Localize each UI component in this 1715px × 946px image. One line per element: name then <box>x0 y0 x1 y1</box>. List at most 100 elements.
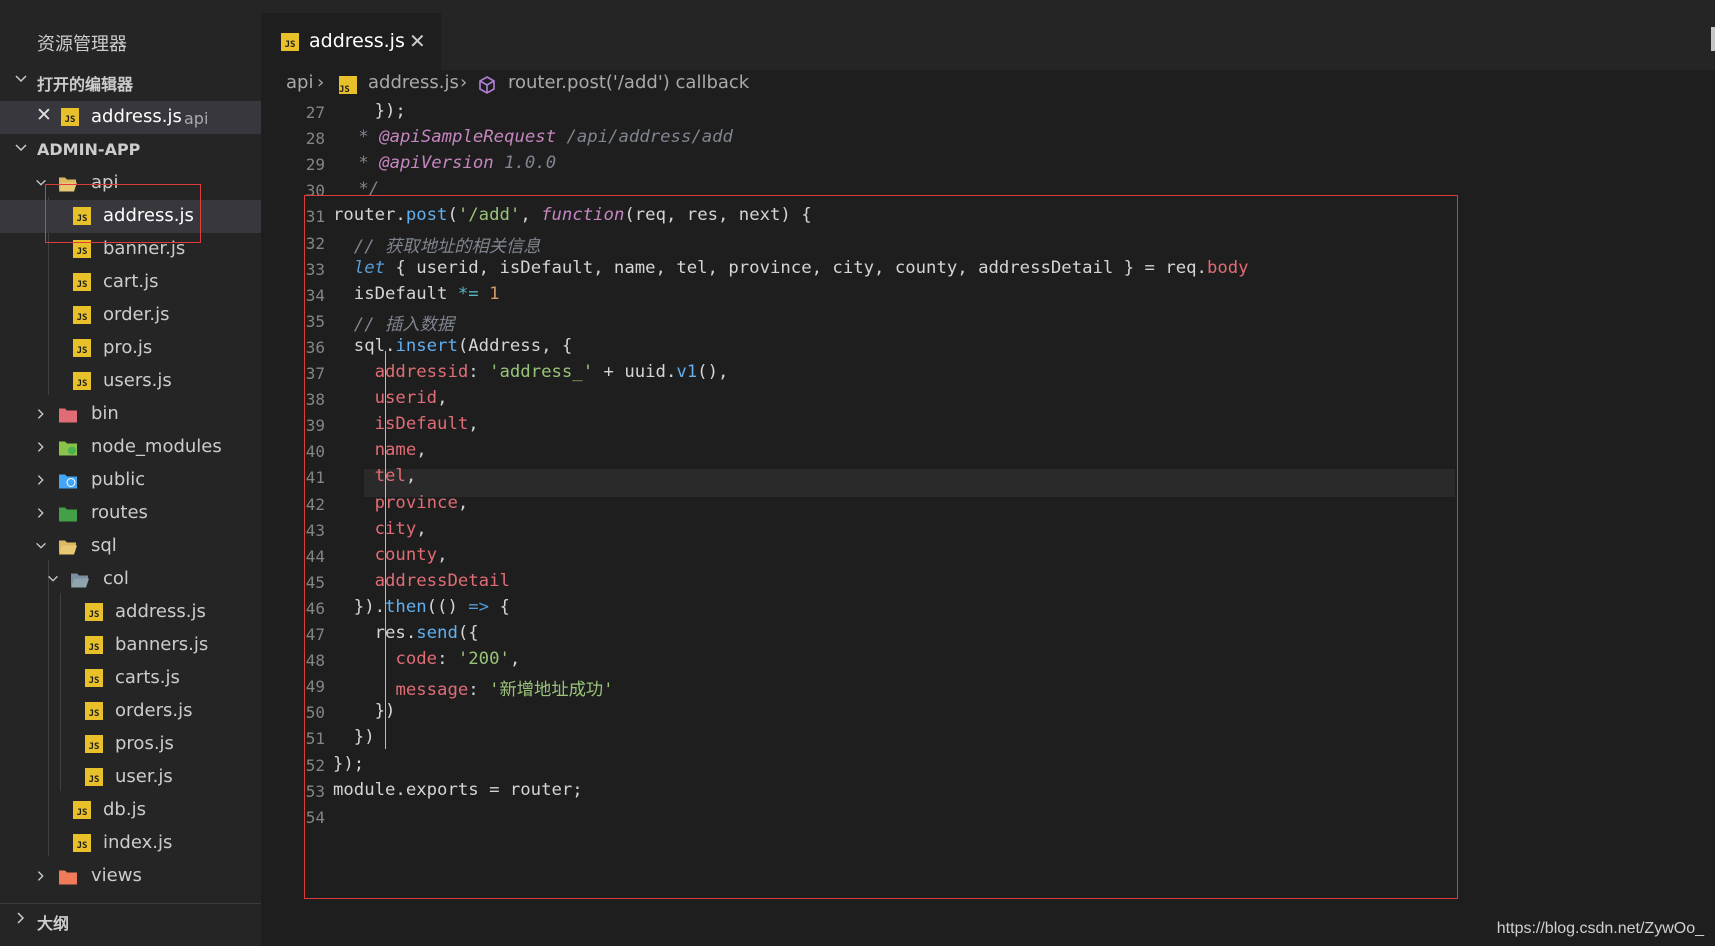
folder-open-icon <box>59 540 77 555</box>
js-file-icon: JS <box>73 834 91 852</box>
js-file-icon: JS <box>85 603 103 621</box>
tree-label: banners.js <box>115 634 209 655</box>
code-editor[interactable]: 27 28 29 30 31 32 33 34 35 36 37 38 39 40 41 42 43 44 45 46… <box>261 100 1715 946</box>
tree-label: address.js <box>115 601 206 622</box>
breadcrumb: api › JS address.js › router.post('/add'… <box>261 70 1715 100</box>
tree-label: orders.js <box>115 700 193 721</box>
file-db-js[interactable]: JS db.js <box>0 794 261 827</box>
code-line[interactable]: * @apiVersion 1.0.0 <box>348 153 556 173</box>
symbol-method-icon <box>479 76 495 94</box>
open-editor-item[interactable]: ✕ JS address.js api <box>0 101 261 134</box>
folder-sql[interactable]: sql <box>0 530 261 563</box>
open-editors-label: 打开的编辑器 <box>37 75 134 94</box>
watermark: https://blog.csdn.net/ZywOo_ <box>1496 920 1704 937</box>
scroll-indicator <box>1711 27 1715 51</box>
tree-label: db.js <box>103 799 146 820</box>
file-users-js[interactable]: JS users.js <box>0 365 261 398</box>
line-number: 27 <box>305 103 325 122</box>
outline-label: 大纲 <box>37 914 70 933</box>
js-file-icon: JS <box>73 372 91 390</box>
folder-col[interactable]: col <box>0 563 261 596</box>
chevron-down-icon <box>48 575 58 582</box>
breadcrumb-folder[interactable]: api <box>286 72 313 93</box>
js-file-icon: JS <box>73 339 91 357</box>
js-file-icon: JS <box>85 669 103 687</box>
file-banners-js[interactable]: JS banners.js <box>0 629 261 662</box>
file-user-js[interactable]: JS user.js <box>0 761 261 794</box>
tab-bar: JS address.js ✕ <box>261 0 1715 70</box>
folder-bin[interactable]: bin <box>0 398 261 431</box>
file-order-js[interactable]: JS order.js <box>0 299 261 332</box>
tree-label: bin <box>91 403 119 424</box>
explorer-sidebar: 资源管理器 打开的编辑器 ✕ JS address.js api ADMIN-A… <box>0 0 261 946</box>
chevron-right-icon: › <box>460 72 468 93</box>
js-file-icon: JS <box>73 306 91 324</box>
tree-label: cart.js <box>103 271 159 292</box>
tree-label: pros.js <box>115 733 174 754</box>
chevron-right-icon <box>37 442 44 452</box>
folder-views-icon <box>59 870 77 885</box>
folder-routes[interactable]: routes <box>0 497 261 530</box>
tree-label: users.js <box>103 370 172 391</box>
chevron-right-icon: › <box>317 72 325 93</box>
folder-public[interactable]: public <box>0 464 261 497</box>
js-file-icon: JS <box>281 33 299 51</box>
sidebar-highlight-box <box>45 184 201 243</box>
js-file-icon: JS <box>73 801 91 819</box>
file-pro-js[interactable]: JS pro.js <box>0 332 261 365</box>
project-header[interactable]: ADMIN-APP <box>0 134 261 164</box>
tree-label: sql <box>91 535 117 556</box>
close-icon[interactable]: ✕ <box>409 29 426 53</box>
folder-node-modules[interactable]: node_modules <box>0 431 261 464</box>
js-file-icon: JS <box>339 76 357 95</box>
tree-label: pro.js <box>103 337 153 358</box>
chevron-right-icon <box>37 508 44 518</box>
code-highlight-box <box>304 195 1458 899</box>
file-orders-js[interactable]: JS orders.js <box>0 695 261 728</box>
bracket-guide <box>385 351 386 749</box>
breadcrumb-file[interactable]: address.js <box>368 72 459 93</box>
close-icon[interactable]: ✕ <box>36 104 52 126</box>
file-sql-address-js[interactable]: JS address.js <box>0 596 261 629</box>
project-label: ADMIN-APP <box>37 140 141 159</box>
chevron-right-icon <box>37 409 44 419</box>
chevron-down-icon <box>15 75 27 83</box>
explorer-title: 资源管理器 <box>37 34 127 55</box>
folder-routes-icon <box>59 507 77 522</box>
tree-label: user.js <box>115 766 173 787</box>
open-editor-folder: api <box>184 109 209 128</box>
js-file-icon: JS <box>85 735 103 753</box>
folder-views[interactable]: views <box>0 860 261 893</box>
folder-node-icon <box>59 441 77 456</box>
js-file-icon: JS <box>61 108 79 126</box>
tree-label: views <box>91 865 142 886</box>
tree-label: order.js <box>103 304 170 325</box>
vscode-window: 资源管理器 打开的编辑器 ✕ JS address.js api ADMIN-A… <box>0 0 1715 946</box>
tab-address-js[interactable]: JS address.js ✕ <box>261 13 441 70</box>
file-index-js[interactable]: JS index.js <box>0 827 261 860</box>
tree-label: routes <box>91 502 148 523</box>
code-line[interactable]: }); <box>333 101 406 121</box>
file-cart-js[interactable]: JS cart.js <box>0 266 261 299</box>
chevron-right-icon <box>37 871 44 881</box>
file-pros-js[interactable]: JS pros.js <box>0 728 261 761</box>
tree-label: public <box>91 469 146 490</box>
open-editor-name: address.js <box>91 106 182 127</box>
folder-bin-icon <box>59 408 77 423</box>
chevron-right-icon <box>37 475 44 485</box>
breadcrumb-symbol[interactable]: router.post('/add') callback <box>508 72 749 93</box>
file-carts-js[interactable]: JS carts.js <box>0 662 261 695</box>
outline-header[interactable]: 大纲 <box>0 903 261 934</box>
js-file-icon: JS <box>73 273 91 291</box>
open-editors-header[interactable]: 打开的编辑器 <box>0 65 261 95</box>
chevron-right-icon <box>17 912 25 924</box>
line-number: 29 <box>305 155 325 175</box>
js-file-icon: JS <box>85 636 103 654</box>
tab-label: address.js <box>309 30 405 52</box>
js-file-icon: JS <box>85 768 103 786</box>
chevron-down-icon <box>15 144 27 152</box>
line-number: 28 <box>305 129 325 149</box>
code-line[interactable]: * @apiSampleRequest /api/address/add <box>348 127 733 147</box>
tree-label: index.js <box>103 832 173 853</box>
folder-open-icon <box>71 573 89 588</box>
